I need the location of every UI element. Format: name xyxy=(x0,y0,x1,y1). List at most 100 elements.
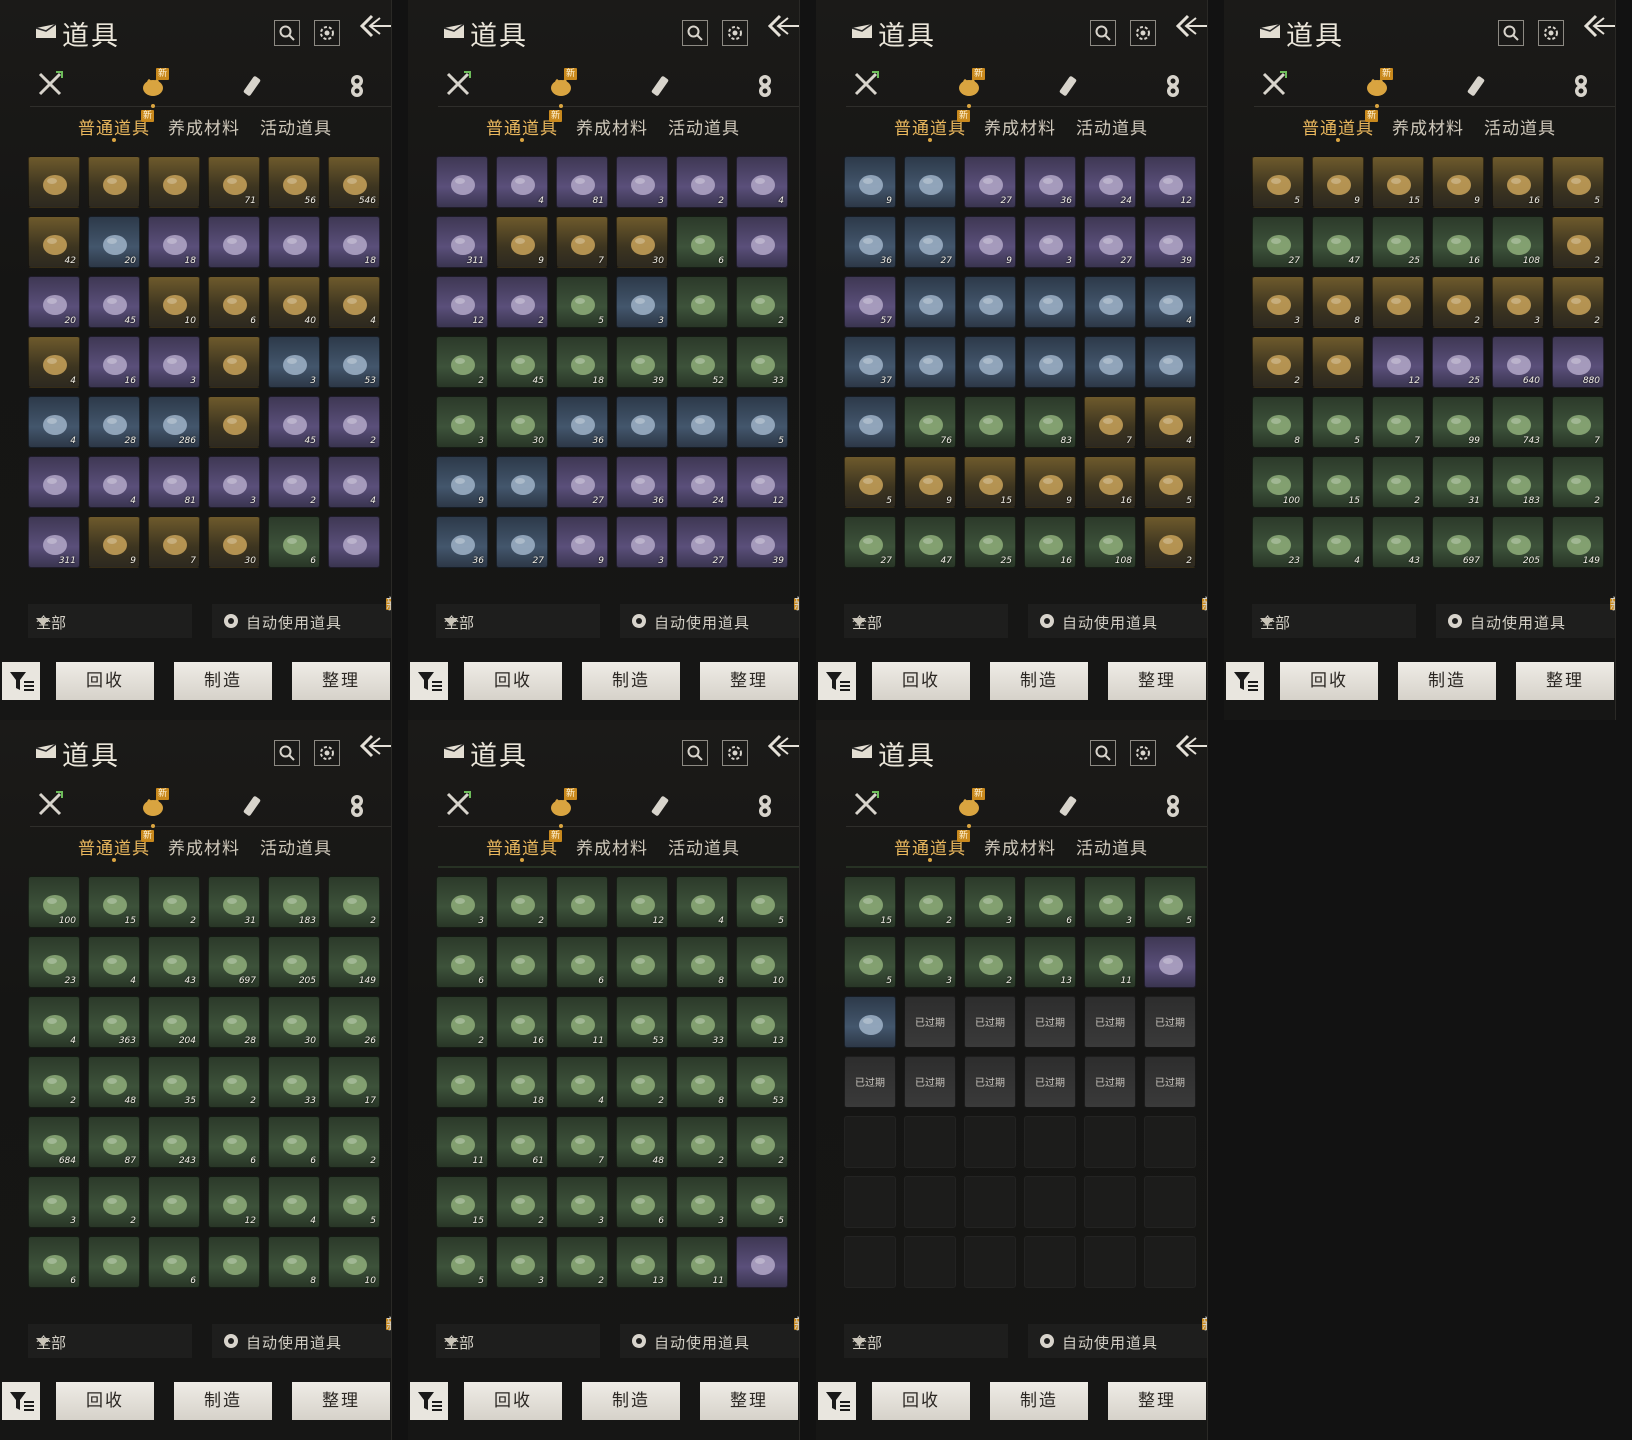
filter-dropdown[interactable]: 全部 xyxy=(844,1324,1008,1358)
item-slot[interactable]: 2 xyxy=(1552,456,1604,508)
recycle-button[interactable]: 回收 xyxy=(872,662,970,700)
item-slot[interactable]: 27 xyxy=(844,516,896,568)
item-slot[interactable]: 3 xyxy=(208,456,260,508)
subtab-1[interactable]: 养成材料 xyxy=(168,114,240,139)
craft-button[interactable]: 制造 xyxy=(582,662,680,700)
item-slot[interactable] xyxy=(904,156,956,208)
search-button[interactable] xyxy=(1498,20,1524,46)
item-slot[interactable] xyxy=(904,276,956,328)
tab-equipment[interactable] xyxy=(852,70,882,100)
item-slot[interactable]: 30 xyxy=(208,516,260,568)
item-slot[interactable]: 7 xyxy=(1372,396,1424,448)
item-slot[interactable]: 7 xyxy=(1084,396,1136,448)
sort-button[interactable]: 整理 xyxy=(292,662,390,700)
subtab-0[interactable]: 普通道具 xyxy=(894,114,966,139)
auto-use-button[interactable]: 自动使用道具 新 xyxy=(620,1317,799,1358)
item-slot[interactable]: 25 xyxy=(964,516,1016,568)
search-button[interactable] xyxy=(682,740,708,766)
back-button[interactable] xyxy=(1174,732,1207,764)
item-slot[interactable]: 24 xyxy=(1084,156,1136,208)
tab-scrolls[interactable] xyxy=(1056,790,1086,820)
item-slot[interactable] xyxy=(28,156,80,208)
settings-button[interactable] xyxy=(1130,740,1156,766)
item-slot[interactable]: 87 xyxy=(88,1116,140,1168)
item-slot[interactable]: 311 xyxy=(436,216,488,268)
item-slot[interactable]: 43 xyxy=(148,936,200,988)
item-slot[interactable]: 10 xyxy=(148,276,200,328)
item-slot[interactable]: 15 xyxy=(844,876,896,928)
craft-button[interactable]: 制造 xyxy=(582,1382,680,1420)
item-slot[interactable]: 36 xyxy=(844,216,896,268)
settings-button[interactable] xyxy=(722,20,748,46)
tab-scrolls[interactable] xyxy=(1464,70,1494,100)
item-slot[interactable]: 43 xyxy=(1372,516,1424,568)
item-slot[interactable]: 47 xyxy=(904,516,956,568)
item-slot[interactable]: 2 xyxy=(616,1056,668,1108)
item-slot[interactable]: 3 xyxy=(904,936,956,988)
item-slot[interactable]: 15 xyxy=(436,1176,488,1228)
item-slot[interactable]: 6 xyxy=(616,1176,668,1228)
subtab-2[interactable]: 活动道具 xyxy=(1484,114,1556,139)
item-slot[interactable]: 5 xyxy=(1144,876,1196,928)
recycle-button[interactable]: 回收 xyxy=(1280,662,1378,700)
item-slot[interactable]: 311 xyxy=(28,516,80,568)
item-slot[interactable]: 697 xyxy=(1432,516,1484,568)
subtab-1[interactable]: 养成材料 xyxy=(576,114,648,139)
item-slot[interactable]: 3 xyxy=(436,876,488,928)
item-slot[interactable]: 3 xyxy=(268,336,320,388)
item-slot[interactable] xyxy=(88,1236,140,1288)
tab-scrolls[interactable] xyxy=(648,70,678,100)
item-slot[interactable]: 15 xyxy=(964,456,1016,508)
item-slot[interactable]: 81 xyxy=(556,156,608,208)
item-slot[interactable]: 16 xyxy=(1492,156,1544,208)
item-slot[interactable] xyxy=(436,1056,488,1108)
item-slot[interactable]: 3 xyxy=(1084,876,1136,928)
item-slot[interactable] xyxy=(1312,336,1364,388)
item-slot[interactable]: 30 xyxy=(268,996,320,1048)
item-slot[interactable]: 2 xyxy=(496,876,548,928)
sort-button[interactable]: 整理 xyxy=(700,1382,798,1420)
item-slot[interactable]: 6 xyxy=(28,1236,80,1288)
tab-items[interactable]: 新 xyxy=(954,788,985,828)
item-slot[interactable] xyxy=(616,936,668,988)
item-slot[interactable]: 16 xyxy=(1432,216,1484,268)
subtab-1[interactable]: 养成材料 xyxy=(576,834,648,859)
item-slot[interactable]: 6 xyxy=(208,276,260,328)
item-slot[interactable]: 18 xyxy=(496,1056,548,1108)
tab-items[interactable]: 新 xyxy=(954,68,985,108)
subtab-0[interactable]: 普通道具 xyxy=(1302,114,1374,139)
item-slot[interactable]: 16 xyxy=(1024,516,1076,568)
item-slot[interactable]: 7 xyxy=(556,216,608,268)
item-slot[interactable]: 2 xyxy=(736,1116,788,1168)
tab-equipment[interactable] xyxy=(1260,70,1290,100)
tab-valuables[interactable] xyxy=(750,790,780,820)
item-slot[interactable]: 已过期 xyxy=(1144,1056,1196,1108)
tab-items[interactable]: 新 xyxy=(546,788,577,828)
tab-scrolls[interactable] xyxy=(648,790,678,820)
item-slot[interactable]: 697 xyxy=(208,936,260,988)
item-slot[interactable]: 8 xyxy=(268,1236,320,1288)
item-slot[interactable]: 4 xyxy=(328,456,380,508)
settings-button[interactable] xyxy=(1538,20,1564,46)
item-slot[interactable]: 已过期 xyxy=(904,996,956,1048)
item-slot[interactable] xyxy=(556,876,608,928)
item-slot[interactable] xyxy=(1372,276,1424,328)
item-slot[interactable]: 48 xyxy=(616,1116,668,1168)
item-slot[interactable]: 2 xyxy=(28,1056,80,1108)
item-slot[interactable]: 12 xyxy=(736,456,788,508)
item-slot[interactable]: 27 xyxy=(496,516,548,568)
item-slot[interactable]: 2 xyxy=(904,876,956,928)
tab-valuables[interactable] xyxy=(750,70,780,100)
item-slot[interactable] xyxy=(208,336,260,388)
item-slot[interactable]: 2 xyxy=(436,336,488,388)
item-slot[interactable] xyxy=(208,216,260,268)
auto-use-button[interactable]: 自动使用道具 新 xyxy=(1028,597,1207,638)
settings-button[interactable] xyxy=(722,740,748,766)
item-slot[interactable]: 已过期 xyxy=(964,1056,1016,1108)
auto-use-button[interactable]: 自动使用道具 新 xyxy=(1436,597,1615,638)
item-slot[interactable]: 20 xyxy=(28,276,80,328)
item-slot[interactable]: 76 xyxy=(904,396,956,448)
item-slot[interactable]: 5 xyxy=(844,936,896,988)
item-slot[interactable]: 9 xyxy=(556,516,608,568)
recycle-button[interactable]: 回收 xyxy=(464,662,562,700)
